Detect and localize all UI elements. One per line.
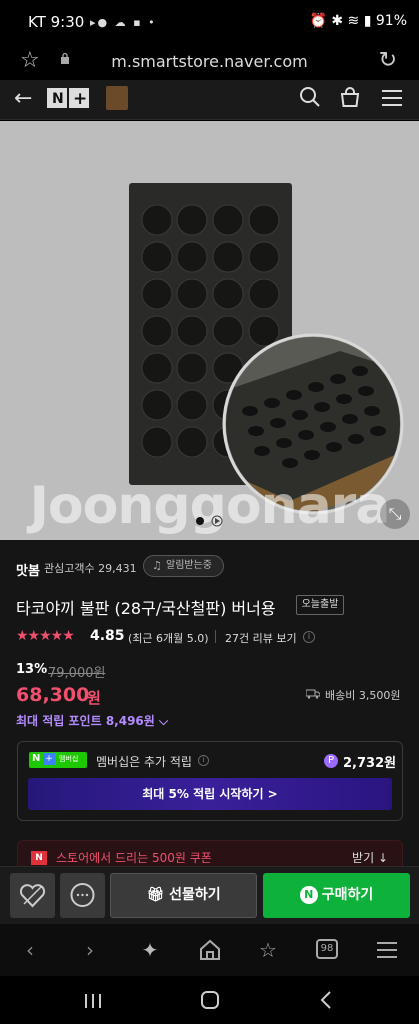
product-title: 타코야끼 불판 (28구/국산철판) 버너용 (16, 599, 276, 618)
carousel-indicator[interactable] (194, 514, 226, 528)
sparkle-icon[interactable]: ✦ (138, 938, 162, 962)
hamburger-menu-icon[interactable] (381, 88, 403, 108)
original-price: 79,000원 (48, 666, 106, 681)
membership-points: 2,732원 (343, 756, 397, 771)
purchase-action-bar: 🎁︎ 선물하기 N 구매하기 (0, 866, 419, 924)
buy-button[interactable]: N 구매하기 (263, 873, 410, 918)
status-bar: KT 9:30 ▸● ☁ ▪ • ⏰ ✱ ≋ ▮ 91% (0, 0, 419, 44)
tabs-icon[interactable]: 98 (316, 939, 338, 959)
gift-icon: 🎁︎ (146, 887, 165, 903)
tabs-count: 98 (320, 943, 334, 954)
browser-back-icon[interactable]: ‹ (18, 938, 42, 962)
wishlist-button[interactable] (10, 873, 55, 918)
status-right-icons: ⏰ ✱ ≋ ▮ 91% (309, 13, 407, 29)
shipping-fee: 배송비 3,500원 (325, 689, 401, 702)
heart-icon (19, 884, 46, 908)
home-icon[interactable] (198, 938, 222, 962)
start-membership-button[interactable]: 최대 5% 적립 시작하기 > (28, 778, 392, 810)
info-icon[interactable]: i (198, 755, 209, 766)
back-arrow-icon[interactable]: ← (14, 86, 32, 111)
max-points-label: 최대 적립 포인트 8,496원 (16, 714, 155, 728)
product-info-panel: 맛봄 관심고객수 29,431 ♫ 알림받는중 타코야끼 불판 (28구/국산철… (0, 540, 419, 870)
tag-plus: + (43, 753, 55, 765)
review-link[interactable]: 27건 리뷰 보기 (225, 630, 297, 646)
search-icon[interactable] (299, 86, 321, 108)
points-coin-icon: P (324, 754, 338, 768)
truck-icon (306, 689, 320, 699)
same-day-shipping-badge: 오늘출발 (296, 595, 344, 615)
bookmarks-star-icon[interactable]: ☆ (256, 938, 280, 962)
info-icon[interactable]: i (303, 631, 315, 643)
tag-text: 멤버십 (59, 755, 79, 763)
rating-note: (최근 6개월 5.0) (128, 632, 209, 645)
discount-rate: 13% (16, 662, 48, 677)
tag-n: N (32, 753, 41, 764)
svg-text:N: N (52, 91, 64, 107)
coupon-download-button[interactable]: 받기 ↓ (352, 849, 388, 866)
coupon-text: 스토어에서 드리는 500원 쿠폰 (56, 851, 212, 865)
status-time: KT 9:30 (28, 13, 85, 31)
naver-plus-membership-tag: N + 멤버십 (29, 752, 87, 768)
bell-icon: ♫ (152, 559, 162, 572)
site-header: ← N + (0, 80, 419, 120)
notification-icons: ▸● ☁ ▪ • (90, 16, 157, 29)
buy-label: 구매하기 (321, 887, 374, 903)
store-logo-thumbnail[interactable] (106, 86, 128, 110)
rating-value: 4.85 (90, 628, 125, 644)
chevron-down-icon: ⌵ (159, 714, 169, 728)
naver-n-icon: N (299, 886, 318, 904)
divider (215, 630, 216, 643)
store-name[interactable]: 맛봄 (16, 560, 40, 579)
svg-text:+: + (73, 89, 87, 108)
naver-plus-logo-icon[interactable]: N + (47, 88, 89, 108)
expand-icon[interactable]: ⤡ (380, 499, 410, 529)
gift-button[interactable]: 🎁︎ 선물하기 (110, 873, 257, 918)
store-fans-count: 관심고객수 29,431 (44, 562, 137, 575)
back-button-icon[interactable] (318, 990, 334, 1010)
membership-box: N + 멤버십 멤버십은 추가 적립 i P 2,732원 최대 5% 적립 시… (17, 741, 403, 821)
max-points-dropdown[interactable]: 최대 적립 포인트 8,496원 ⌵ (16, 712, 168, 729)
shopping-bag-icon[interactable] (339, 86, 361, 108)
reload-icon[interactable]: ↻ (379, 48, 397, 73)
alarm-label: 알림받는중 (166, 560, 212, 571)
menu-icon[interactable] (376, 940, 398, 960)
url-text[interactable]: m.smartstore.naver.com (0, 52, 419, 71)
membership-text: 멤버십은 추가 적립 (96, 755, 192, 769)
talk-button[interactable] (60, 873, 105, 918)
browser-url-bar: ☆ m.smartstore.naver.com ↻ (0, 44, 419, 80)
android-nav-bar (0, 976, 419, 1024)
browser-forward-icon[interactable]: › (78, 938, 102, 962)
gift-label: 선물하기 (169, 887, 221, 903)
recent-apps-icon[interactable] (83, 992, 103, 1010)
price-unit: 원 (87, 689, 101, 707)
rating-stars-icon: ★★★★★ (16, 628, 75, 644)
browser-toolbar: ‹ › ✦ ☆ 98 (0, 924, 419, 976)
notification-toggle-button[interactable]: ♫ 알림받는중 (143, 555, 224, 577)
sale-price: 68,300 (16, 684, 90, 706)
home-button-icon[interactable] (200, 990, 220, 1010)
product-image[interactable]: Joonggonara ⤡ (0, 121, 419, 540)
chat-bubble-icon (70, 883, 95, 907)
coupon-n-icon: N (31, 851, 47, 865)
